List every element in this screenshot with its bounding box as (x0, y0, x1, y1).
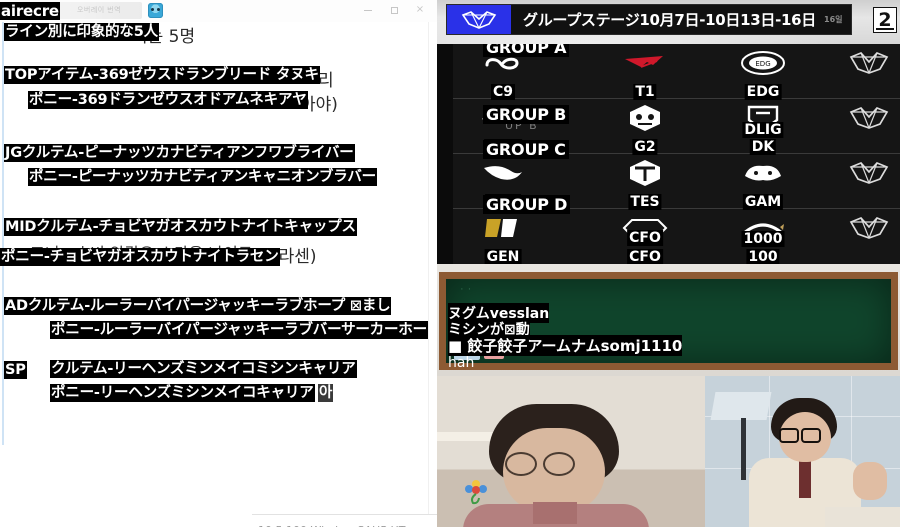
overlay-row-3-line-1: ADクルテム-ルーラーバイパージャッキーラブホープ ⊠まし (4, 297, 392, 315)
browser-window: 오버레이 번역 × 되는 5명 ライン別に印象的な5人 리 TOPアイテム-36… (0, 0, 437, 527)
group-label: GROUP B (483, 105, 570, 124)
chalkboard-scene: ·· ヌグムvesslan ミシンが⊠動 ■ 餃子餃子アームナムsomj1110… (437, 264, 900, 376)
group-label: GROUP D (483, 195, 571, 214)
desk-surface (825, 507, 900, 527)
chalkboard: ·· ヌグムvesslan ミシンが⊠動 ■ 餃子餃子アームナムsomj1110… (439, 272, 898, 371)
edg-logo-icon: EDG (740, 48, 786, 78)
screen-root: 오버레이 번역 × 되는 5명 ライン別に印象的な5人 리 TOPアイテム-36… (0, 0, 900, 527)
overlay-row-4-tag: SP (4, 361, 27, 379)
glasses-icon (801, 428, 821, 443)
stream-header-title: グループステージ10月7日-10日13日-16日 (523, 11, 816, 29)
glasses-icon (779, 428, 799, 443)
corner-count-badge[interactable]: 2 (873, 7, 897, 33)
team-cell[interactable] (823, 99, 900, 154)
team-cell[interactable]: 1000 100 (717, 209, 809, 264)
window-controls: × (355, 0, 433, 20)
team-cell[interactable]: CFO CFO (599, 209, 691, 264)
svg-text:EDG: EDG (755, 60, 770, 68)
worlds-logo-icon (846, 213, 892, 243)
chalk-marks: ·· (460, 283, 476, 295)
studio-light-icon (710, 392, 772, 420)
team-abbr-overlay: DLIG (742, 122, 784, 138)
overlay-heading: ライン別に印象的な5人 (4, 23, 159, 41)
chat-line: ■ 餃子餃子アームナムsomj1110 (448, 335, 683, 356)
tab-ghost-label[interactable]: 오버레이 번역 (56, 2, 142, 19)
team-abbr: TES (628, 194, 662, 210)
worlds-logo-icon (447, 5, 511, 34)
team-abbr: DK (749, 139, 777, 155)
doc-row-0-korean-tail: 리 (318, 71, 334, 91)
team-cell[interactable]: GEN (457, 209, 549, 264)
team-cell[interactable] (823, 209, 900, 264)
glasses-icon (505, 452, 537, 476)
team-abbr-overlay: CFO (627, 230, 663, 246)
light-stand-icon (741, 418, 746, 480)
minimize-button[interactable] (355, 0, 381, 20)
geng-logo-icon (480, 213, 526, 243)
team-cell[interactable]: GAM (717, 154, 809, 210)
team-cell[interactable]: T1 (599, 44, 691, 100)
table-row: C9 T1 EDG EDG GROUP A (453, 44, 900, 100)
person-hand (853, 462, 887, 500)
team-abbr: EDG (744, 84, 782, 100)
person-collar (533, 502, 577, 524)
webcam-left[interactable] (437, 376, 705, 527)
t1-logo-icon (622, 48, 668, 78)
stream-header-subtitle: 16일 (824, 15, 843, 24)
team-cell[interactable]: TES (599, 154, 691, 210)
stream-header-bar: グループステージ10月7日-10日13日-16日 16일 (446, 4, 852, 35)
g2-logo-icon (622, 103, 668, 133)
groups-table: C9 T1 EDG EDG GROUP A UP B G2 DLIG DK GR… (453, 44, 900, 264)
worlds-logo-icon (846, 158, 892, 188)
overlay-row-0-line-1: TOPアイテム-369ゼウスドランブリード タヌキ (4, 66, 320, 84)
person-tie (799, 460, 811, 498)
worlds-logo-icon (846, 103, 892, 133)
overlay-row-2-line-2: ポニー-チョビヤガオスカウトナイトラセン (0, 248, 280, 266)
team-abbr: 100 (746, 249, 780, 264)
close-button[interactable]: × (407, 0, 433, 20)
overlay-row-1-line-1: JGクルテム-ピーナッツカナビティアンフワブライバー (4, 144, 355, 162)
page-left-edge (2, 22, 4, 514)
document-page: 되는 5명 ライン別に印象的な5人 리 TOPアイテム-369ゼウスドランブリー… (0, 22, 437, 514)
webcam-right[interactable] (705, 376, 900, 527)
group-label: GROUP A (483, 44, 570, 57)
team-abbr: G2 (632, 139, 658, 155)
overlay-row-0-line-2: ポニー-369ドランゼウスオドアムネキアヤ (28, 91, 308, 109)
page-right-edge (428, 22, 429, 514)
team-cell[interactable]: EDG EDG (717, 44, 809, 100)
stream-panel: グループステージ10月7日-10日13日-16日 16일 2 C9 T1 EDG… (437, 0, 900, 527)
tes-logo-icon (622, 158, 668, 188)
overlay-row-1-line-2: ポニー-ピーナッツカナビティアンキャニオンブラバー (28, 168, 377, 186)
webcam-row (437, 376, 900, 527)
overlay-watermark-tag: airecre (0, 2, 60, 20)
team-abbr-overlay: 1000 (741, 231, 785, 247)
overlay-row-4-line-2: ポニー-リーヘンズミシンメイコキャリア (50, 384, 315, 402)
maximize-button[interactable] (381, 0, 407, 20)
browser-titlebar: 오버레이 번역 × (0, 0, 437, 22)
flower-decoration-icon (461, 476, 491, 506)
team-abbr: T1 (633, 84, 657, 100)
team-cell[interactable]: DLIG DK (717, 99, 809, 155)
taskbar-peek[interactable]: 10.5.100 Window SAHP HT (252, 514, 437, 527)
team-abbr: GEN (484, 249, 522, 264)
group-label: GROUP C (483, 140, 569, 159)
worlds-logo-icon (846, 48, 892, 78)
chat-line: hah (448, 355, 475, 371)
team-abbr: GAM (742, 194, 784, 210)
team-cell[interactable] (823, 44, 900, 99)
team-cell[interactable]: G2 (599, 99, 691, 155)
overlay-row-4-korean-tail: 아 (318, 384, 334, 402)
team-abbr: CFO (627, 249, 663, 264)
overlay-row-3-line-2: ポニー-ルーラーバイパージャッキーラブバーサーカーホー (50, 321, 428, 339)
overlay-row-2-line-1: MIDクルテム-チョビヤガオスカウトナイトキャップス (4, 218, 357, 236)
rogue-logo-icon (480, 158, 526, 188)
gam-logo-icon (740, 158, 786, 188)
site-favicon-icon (148, 3, 163, 18)
team-abbr: C9 (490, 84, 516, 100)
table-row: GEN CFO CFO 1000 100 GROUP D (453, 195, 900, 264)
glasses-icon (543, 452, 575, 476)
overlay-row-4-line-1: クルテム-リーヘンズミンメイコミシンキャリア (50, 360, 357, 378)
team-cell[interactable] (823, 154, 900, 209)
